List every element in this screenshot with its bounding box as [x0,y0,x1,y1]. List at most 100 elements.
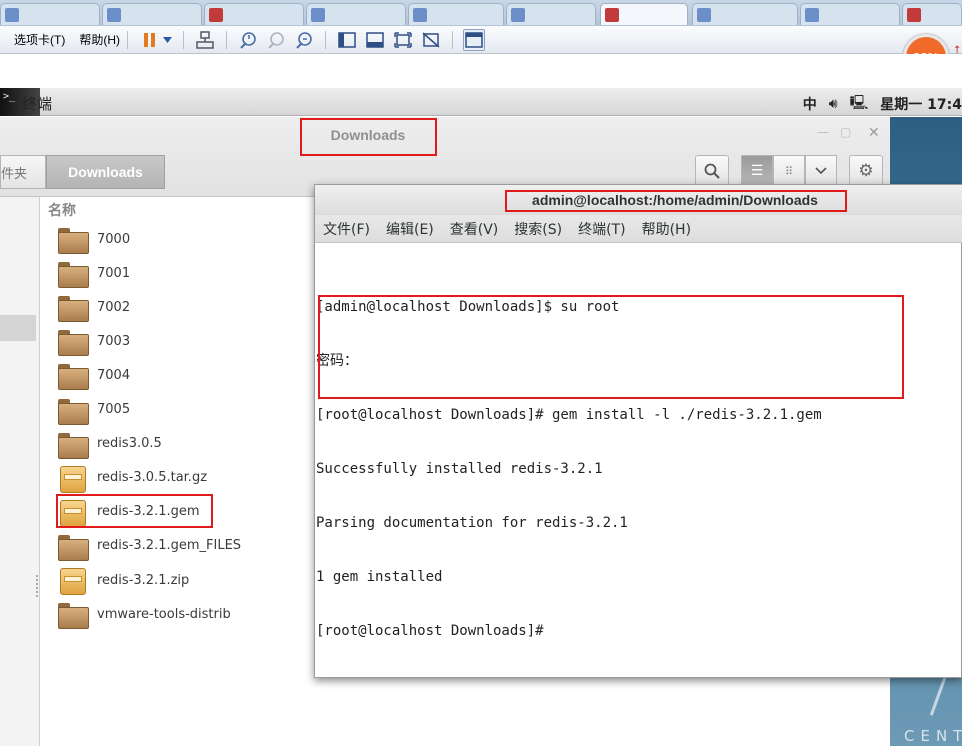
input-method-indicator[interactable]: 中 [803,94,817,114]
host-tab-active[interactable] [600,3,688,25]
terminal-line: [root@localhost Downloads]# gem install … [316,407,822,423]
unity-button[interactable] [420,29,442,51]
list-view-button[interactable]: ☰ [741,155,773,187]
minimize-button[interactable]: — [817,125,829,139]
host-tab[interactable] [506,3,596,25]
grid-icon: ⠿ [784,164,794,178]
thumbnail-view-icon [366,31,384,48]
file-row[interactable]: 7001 [56,256,130,290]
tab-favicon-icon [697,7,711,22]
folder-icon [56,259,89,289]
send-ctrl-alt-del-button[interactable] [194,29,216,51]
snapshot-button[interactable] [237,29,259,51]
settings-button[interactable]: ⚙ [849,155,883,187]
app-menu[interactable]: 终端 [22,93,52,114]
path-segment-current[interactable]: Downloads [46,155,165,189]
gnome-top-bar: >_ 终端 中 🔊︎ 🖳︎ 星期一 17:4 [0,88,962,116]
network-icon [196,30,214,49]
console-view-icon [465,31,483,48]
maximize-button[interactable]: ▢ [840,125,851,139]
host-tab[interactable] [408,3,504,25]
file-name: 7001 [97,265,131,281]
clock[interactable]: 星期一 17:4 [880,94,962,114]
file-row[interactable]: 7003 [56,324,130,358]
file-row[interactable]: 7004 [56,358,130,392]
tab-favicon-icon [311,7,325,22]
terminal-line: Successfully installed redis-3.2.1 [316,461,603,477]
file-row[interactable]: redis3.0.5 [56,427,162,461]
host-tab[interactable] [306,3,406,25]
sidebar-resize-handle[interactable] [36,575,38,597]
thumbnail-bar-button[interactable] [364,29,386,51]
host-tab[interactable] [692,3,798,25]
show-library-button[interactable] [336,29,358,51]
tab-favicon-icon [605,7,619,22]
folder-icon [56,327,89,357]
file-name: 7004 [97,367,131,383]
menu-help[interactable]: 帮助(H) [79,31,120,48]
menu-edit[interactable]: 编辑(E) [386,219,434,239]
path-segment-parent[interactable]: 件夹 [0,155,46,189]
path-bar: 件夹 Downloads [0,155,165,189]
file-row[interactable]: 7000 [56,222,130,256]
menu-help[interactable]: 帮助(H) [642,219,691,239]
tab-favicon-icon [413,7,427,22]
terminal-titlebar[interactable]: admin@localhost:/home/admin/Downloads [315,185,962,215]
sidebar-selected-item[interactable] [0,315,36,341]
terminal-output[interactable]: [admin@localhost Downloads]$ su root 密码：… [316,262,956,676]
chevron-down-icon [162,36,172,43]
file-row[interactable]: redis-3.2.1.gem [56,495,200,529]
host-tab[interactable] [204,3,304,25]
host-tab[interactable] [902,3,962,25]
menu-view[interactable]: 查看(V) [450,219,499,239]
terminal-icon: >_ [3,91,16,102]
file-row[interactable]: redis-3.2.1.zip [56,563,189,597]
file-row[interactable]: 7005 [56,393,130,427]
terminal-window: admin@localhost:/home/admin/Downloads 文件… [314,184,962,678]
network-status-icon[interactable]: 🖳︎ [850,92,869,116]
close-button[interactable]: ✕ [868,125,880,141]
snapshot-manager-icon [296,31,312,49]
file-name: vmware-tools-distrib [97,606,231,622]
grid-view-button[interactable]: ⠿ [773,155,805,187]
file-row[interactable]: redis-3.0.5.tar.gz [56,461,207,495]
file-name: 7003 [97,333,131,349]
search-button[interactable] [695,155,729,187]
list-icon: ☰ [750,163,764,179]
file-name: redis-3.2.1.gem_FILES [97,538,242,554]
menu-search[interactable]: 搜索(S) [514,219,562,239]
tab-favicon-icon [805,7,819,22]
volume-icon[interactable]: 🔊︎ [829,96,838,112]
snapshot-manager-button[interactable] [293,29,315,51]
file-row[interactable]: redis-3.2.1.gem_FILES [56,529,241,563]
pause-button[interactable] [138,29,160,51]
file-row[interactable]: vmware-tools-distrib [56,597,231,631]
pause-dropdown-button[interactable] [161,29,173,51]
folder-icon [56,600,89,630]
view-switcher: ☰ ⠿ [741,155,837,187]
terminal-title: admin@localhost:/home/admin/Downloads [532,192,818,208]
full-screen-button[interactable] [392,29,414,51]
folder-icon [56,225,89,254]
console-view-button[interactable] [463,28,485,51]
host-tab[interactable] [0,3,100,25]
terminal-line: [root@localhost Downloads]# [316,623,544,639]
folder-icon [56,532,89,561]
pause-icon [143,32,155,47]
terminal-menubar: 文件(F) 编辑(E) 查看(V) 搜索(S) 终端(T) 帮助(H) [315,215,962,243]
search-icon [704,163,720,179]
menu-file[interactable]: 文件(F) [323,219,370,239]
brand-text: CENT [904,727,962,745]
host-tab[interactable] [800,3,900,25]
menu-tabs[interactable]: 选项卡(T) [14,31,65,48]
file-name: redis-3.2.1.zip [97,572,190,588]
terminal-line: 1 gem installed [316,569,443,585]
file-row[interactable]: 7002 [56,290,130,324]
host-tab[interactable] [102,3,202,25]
menu-terminal[interactable]: 终端(T) [578,219,625,239]
revert-snapshot-icon [268,31,284,49]
column-header-name[interactable]: 名称 [48,200,76,220]
revert-snapshot-button[interactable] [265,29,287,51]
view-options-button[interactable] [805,155,837,187]
places-sidebar [0,197,40,746]
